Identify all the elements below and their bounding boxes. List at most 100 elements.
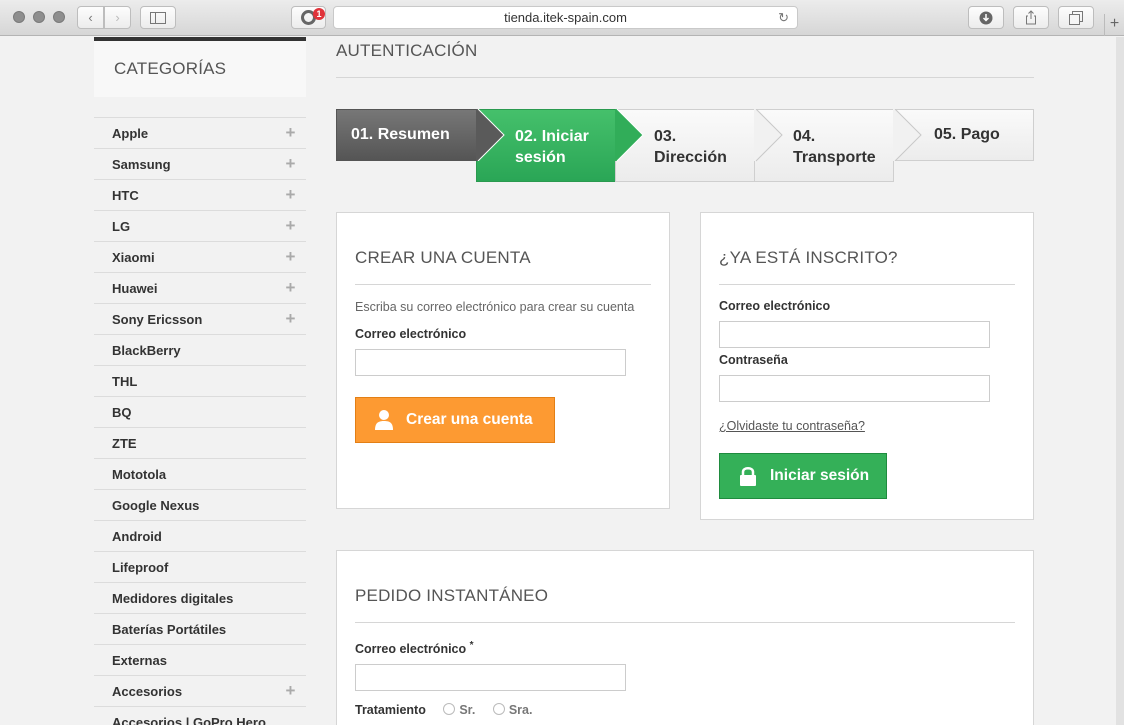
category-item[interactable]: Sony Ericsson +: [94, 303, 306, 334]
window-zoom-button[interactable]: [53, 11, 65, 23]
create-account-button[interactable]: Crear una cuenta: [355, 397, 555, 443]
category-item[interactable]: HTC +: [94, 179, 306, 210]
expand-plus-icon[interactable]: +: [275, 676, 306, 706]
category-label: Mototola: [112, 466, 167, 482]
category-label: THL: [112, 373, 138, 389]
create-email-input[interactable]: [355, 349, 626, 376]
password-input[interactable]: [719, 375, 990, 402]
login-button[interactable]: Iniciar sesión: [719, 453, 887, 499]
category-label: Externas: [112, 652, 167, 668]
expand-plus-icon[interactable]: +: [275, 211, 306, 241]
title-label: Tratamiento: [355, 703, 426, 718]
step-separator-arrow: [476, 109, 505, 161]
login-email-label: Correo electrónico: [719, 299, 831, 313]
instant-email-label: Correo electrónico *: [355, 640, 1015, 656]
required-mark: *: [469, 640, 474, 651]
category-item[interactable]: Google Nexus: [94, 489, 306, 520]
plus-icon: +: [1109, 15, 1120, 32]
page-scroll-edge: [1116, 37, 1124, 725]
expand-plus-icon[interactable]: +: [275, 242, 306, 272]
category-item[interactable]: Lifeproof: [94, 551, 306, 582]
create-account-button-label: Crear una cuenta: [406, 411, 533, 428]
expand-plus-icon[interactable]: +: [275, 273, 306, 303]
main-content: AUTENTICACIÓN 01. Resumen 02. Iniciar se…: [336, 37, 1034, 725]
category-label: Apple: [112, 125, 149, 141]
new-tab-button[interactable]: +: [1104, 14, 1124, 36]
categories-title: CATEGORÍAS: [94, 37, 306, 97]
category-label: Huawei: [112, 280, 158, 296]
category-item[interactable]: THL: [94, 365, 306, 396]
chevron-left-icon: ‹: [88, 10, 93, 25]
category-label: ZTE: [112, 435, 137, 451]
sidebar-toggle-button[interactable]: [140, 6, 176, 29]
category-item[interactable]: Xiaomi +: [94, 241, 306, 272]
category-item[interactable]: Accesorios +: [94, 675, 306, 706]
tabs-icon: [1069, 10, 1083, 25]
category-label: LG: [112, 218, 131, 234]
share-button[interactable]: [1013, 6, 1049, 29]
radio-mrs-label: Sra.: [508, 703, 533, 718]
category-item[interactable]: BlackBerry: [94, 334, 306, 365]
category-item[interactable]: Android: [94, 520, 306, 551]
category-item[interactable]: ZTE: [94, 427, 306, 458]
category-item[interactable]: LG +: [94, 210, 306, 241]
window-close-button[interactable]: [13, 11, 25, 23]
category-label: BlackBerry: [112, 342, 181, 358]
category-item[interactable]: Accesorios | GoPro Hero: [94, 706, 306, 725]
forward-button[interactable]: ›: [104, 6, 131, 29]
page-title: AUTENTICACIÓN: [336, 37, 1034, 78]
extension-button[interactable]: 1: [291, 6, 326, 29]
category-item[interactable]: Mototola: [94, 458, 306, 489]
share-icon: [1026, 10, 1036, 25]
category-list: Apple + Samsung + HTC + LG + Xiaomi + Huawei + Sony …: [94, 117, 306, 725]
tabs-overview-button[interactable]: [1058, 6, 1094, 29]
category-label: Baterías Portátiles: [112, 621, 227, 637]
instant-order-title: PEDIDO INSTANTÁNEO: [355, 586, 1015, 623]
category-item[interactable]: Medidores digitales: [94, 582, 306, 613]
password-label: Contraseña: [719, 353, 788, 367]
step-separator-arrow: [893, 109, 922, 161]
instant-order-panel: PEDIDO INSTANTÁNEO Correo electrónico * …: [336, 550, 1034, 725]
browser-toolbar: ‹ › 1 tienda.itek-spain.com ↻ +: [0, 0, 1124, 36]
reload-icon[interactable]: ↻: [778, 7, 789, 28]
category-item[interactable]: Baterías Portátiles: [94, 613, 306, 644]
expand-plus-icon[interactable]: +: [275, 180, 306, 210]
downloads-button[interactable]: [968, 6, 1004, 29]
lock-icon: [740, 467, 756, 486]
address-bar[interactable]: tienda.itek-spain.com ↻: [333, 6, 798, 29]
login-title: ¿YA ESTÁ INSCRITO?: [719, 248, 1015, 285]
chevron-right-icon: ›: [115, 10, 120, 25]
instant-email-input[interactable]: [355, 664, 626, 692]
category-label: BQ: [112, 404, 132, 420]
window-minimize-button[interactable]: [33, 11, 45, 23]
expand-plus-icon[interactable]: +: [275, 149, 306, 179]
url-text: tienda.itek-spain.com: [504, 10, 627, 25]
category-item[interactable]: Apple +: [94, 117, 306, 148]
create-account-hint: Escriba su correo electrónico para crear…: [355, 300, 635, 314]
category-label: Lifeproof: [112, 559, 169, 575]
instant-email-label-text: Correo electrónico: [355, 642, 467, 657]
category-label: Accesorios: [112, 683, 183, 699]
expand-plus-icon[interactable]: +: [275, 304, 306, 334]
login-email-input[interactable]: [719, 321, 990, 348]
category-item[interactable]: Huawei +: [94, 272, 306, 303]
step-label: 01. Resumen: [351, 126, 450, 143]
extension-badge: 1: [313, 8, 325, 20]
expand-plus-icon[interactable]: +: [275, 118, 306, 148]
back-button[interactable]: ‹: [77, 6, 104, 29]
step-separator-arrow: [615, 109, 644, 162]
download-icon: [979, 11, 993, 24]
category-item[interactable]: BQ: [94, 396, 306, 427]
category-label: Sony Ericsson: [112, 311, 203, 327]
title-field: Tratamiento Sr. Sra.: [355, 703, 1015, 717]
category-item[interactable]: Samsung +: [94, 148, 306, 179]
category-label: Xiaomi: [112, 249, 155, 265]
radio-mr[interactable]: [443, 703, 456, 716]
radio-mrs[interactable]: [492, 703, 505, 716]
categories-sidebar: CATEGORÍAS Apple + Samsung + HTC + LG + Xiaomi + H…: [94, 37, 306, 725]
forgot-password-link[interactable]: ¿Olvidaste tu contraseña?: [719, 419, 865, 433]
category-label: Accesorios | GoPro Hero: [112, 714, 266, 725]
checkout-steps: 01. Resumen 02. Iniciar sesión 03. Direc…: [336, 109, 1034, 182]
step-summary[interactable]: 01. Resumen: [336, 109, 496, 161]
category-item[interactable]: Externas: [94, 644, 306, 675]
